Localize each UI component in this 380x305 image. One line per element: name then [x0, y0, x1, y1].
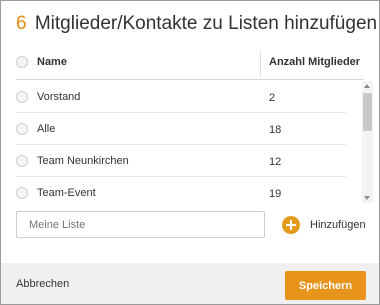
add-to-list-dialog: 6 Mitglieder/Kontakte zu Listen hinzufüg… [0, 0, 380, 305]
column-separator [260, 52, 261, 76]
scroll-down-arrow-icon[interactable] [364, 196, 370, 200]
row-radio[interactable] [16, 187, 28, 199]
table-row[interactable]: Vorstand 2 [1, 81, 361, 113]
dialog-title: 6 Mitglieder/Kontakte zu Listen hinzufüg… [16, 13, 377, 35]
row-member-count: 19 [269, 188, 282, 200]
save-button[interactable]: Speichern [285, 271, 366, 300]
row-name: Alle [37, 123, 56, 135]
new-list-name-input[interactable] [16, 211, 265, 238]
scroll-up-arrow-icon[interactable] [364, 84, 370, 88]
list-scrollbar[interactable] [362, 81, 373, 203]
scrollbar-thumb[interactable] [363, 93, 372, 131]
cancel-button[interactable]: Abbrechen [16, 278, 69, 290]
table-row[interactable]: Team Neunkirchen 12 [1, 145, 361, 177]
column-header-member-count[interactable]: Anzahl Mitglieder [269, 56, 360, 68]
row-member-count: 2 [269, 92, 276, 104]
select-all-radio[interactable] [16, 56, 28, 68]
dialog-footer: Abbrechen Speichern [1, 263, 379, 304]
row-member-count: 18 [269, 124, 282, 136]
table-header: Name Anzahl Mitglieder [1, 49, 379, 79]
row-radio[interactable] [16, 123, 28, 135]
plus-circle-icon[interactable] [282, 216, 300, 234]
row-name: Vorstand [37, 91, 81, 103]
row-name: Team Neunkirchen [37, 155, 129, 167]
table-row[interactable]: Team-Event 19 [1, 177, 361, 205]
column-header-name[interactable]: Name [37, 56, 67, 68]
dialog-title-text: Mitglieder/Kontakte zu Listen hinzufügen [34, 13, 378, 34]
row-radio[interactable] [16, 91, 28, 103]
add-list-button[interactable]: Hinzufügen [282, 215, 366, 235]
table-row[interactable]: Alle 18 [1, 113, 361, 145]
header-divider [16, 79, 364, 80]
row-radio[interactable] [16, 155, 28, 167]
list-table-body: Vorstand 2 Alle 18 Team Neunkirchen 12 T… [1, 81, 361, 205]
add-list-label[interactable]: Hinzufügen [310, 219, 366, 231]
row-name: Team-Event [37, 187, 96, 199]
row-member-count: 12 [269, 156, 282, 168]
selected-count: 6 [16, 13, 27, 34]
